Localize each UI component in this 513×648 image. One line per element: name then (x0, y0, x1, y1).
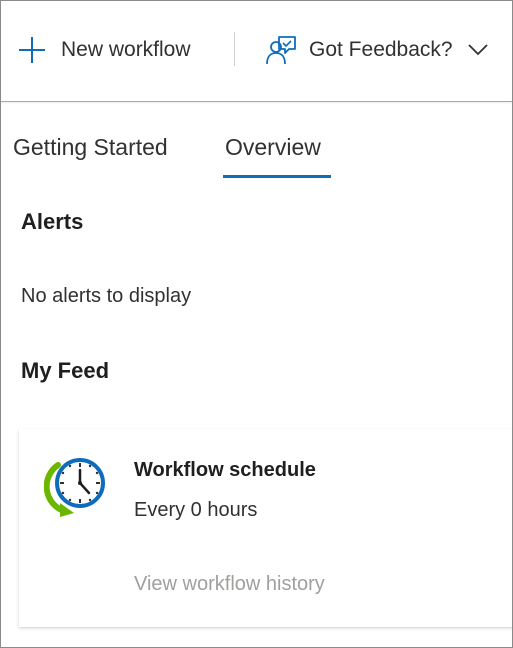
no-alerts-message: No alerts to display (21, 285, 192, 307)
alerts-heading: Alerts (21, 209, 84, 234)
view-workflow-history-link[interactable]: View workflow history (134, 573, 325, 596)
command-bar: New workflow Got Feedback? (1, 1, 512, 102)
new-workflow-label: New workflow (61, 38, 191, 61)
feedback-person-icon (266, 36, 296, 65)
my-feed-heading: My Feed (21, 358, 110, 383)
tab-list: Getting Started Overview (1, 123, 512, 183)
selected-tab-indicator (223, 175, 331, 178)
plus-icon (19, 37, 45, 63)
clock-refresh-icon (44, 458, 105, 517)
card-schedule-text: Every 0 hours (134, 499, 258, 521)
chevron-down-icon (467, 44, 488, 56)
new-workflow-button[interactable]: New workflow (17, 29, 191, 71)
card-title: Workflow schedule (134, 459, 316, 481)
toolbar-divider (234, 32, 235, 66)
tab-overview[interactable]: Overview (223, 123, 323, 179)
tab-getting-started[interactable]: Getting Started (13, 123, 168, 179)
app-panel: New workflow Got Feedback? Getting Start… (0, 0, 513, 648)
feedback-label: Got Feedback? (309, 38, 453, 61)
feedback-button[interactable]: Got Feedback? (265, 29, 489, 71)
workflow-schedule-card: Workflow schedule Every 0 hours View wor… (19, 429, 512, 627)
